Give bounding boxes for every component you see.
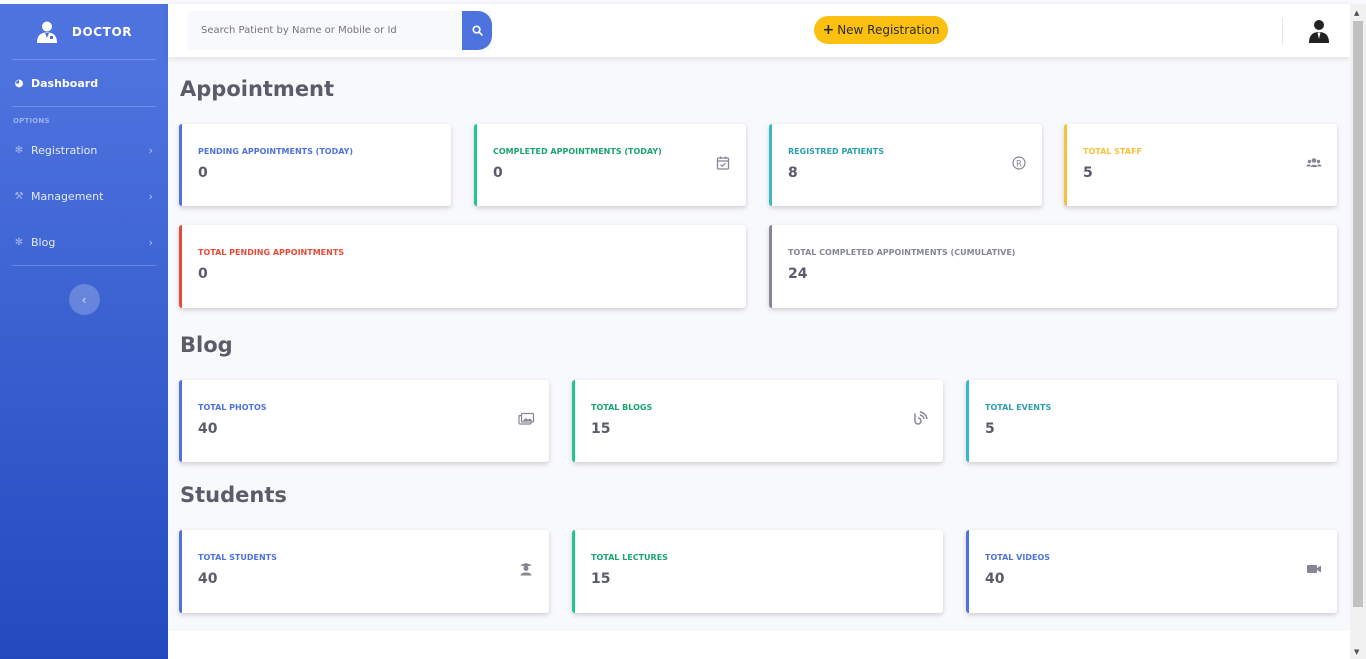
chevron-right-icon: › [148, 235, 153, 249]
section-title-students: Students [180, 483, 287, 507]
user-avatar-icon[interactable] [1308, 19, 1330, 43]
sidebar-toggle-button[interactable]: ‹ [68, 284, 100, 315]
card-total-pending: TOTAL PENDING APPOINTMENTS 0 [179, 225, 746, 308]
calendar-check-icon [716, 156, 730, 170]
card-value: 0 [493, 165, 503, 181]
video-icon [1307, 565, 1321, 573]
card-value: 0 [198, 165, 208, 181]
images-icon [518, 412, 535, 425]
chevron-left-icon: ‹ [81, 292, 87, 307]
sidebar-heading: OPTIONS [13, 117, 50, 125]
card-label: TOTAL COMPLETED APPOINTMENTS (CUMULATIVE… [788, 248, 1016, 257]
sidebar-item-label: Dashboard [31, 76, 99, 90]
cog-icon: ✻ [14, 236, 24, 248]
graduate-icon [520, 563, 532, 576]
card-completed-today: COMPLETED APPOINTMENTS (TODAY) 0 [474, 124, 746, 206]
card-total-photos: TOTAL PHOTOS 40 [179, 380, 549, 462]
card-label: TOTAL LECTURES [591, 553, 668, 562]
section-title-blog: Blog [180, 333, 233, 357]
topbar-divider [1282, 18, 1283, 45]
sidebar: DOCTOR ◕ Dashboard OPTIONS ✻ Registratio… [0, 4, 168, 659]
sidebar-item-dashboard[interactable]: ◕ Dashboard [0, 60, 168, 106]
sidebar-item-label: Management [31, 189, 104, 203]
doctor-icon [36, 21, 57, 43]
registered-icon: R [1012, 156, 1026, 170]
card-label: TOTAL PENDING APPOINTMENTS [198, 248, 345, 257]
card-value: 0 [198, 266, 208, 282]
svg-text:R: R [1016, 159, 1022, 169]
card-label: TOTAL VIDEOS [985, 553, 1051, 562]
card-value: 15 [591, 421, 611, 437]
dashboard-icon: ◕ [14, 77, 24, 89]
card-value: 8 [788, 165, 798, 181]
plus-icon: + [822, 22, 835, 38]
app: DOCTOR ◕ Dashboard OPTIONS ✻ Registratio… [0, 0, 1366, 659]
card-label: PENDING APPOINTMENTS (TODAY) [198, 147, 354, 156]
card-total-events: TOTAL EVENTS 5 [966, 380, 1337, 462]
new-registration-button[interactable]: + New Registration [814, 16, 948, 44]
card-total-students: TOTAL STUDENTS 40 [179, 530, 549, 613]
search-box [187, 11, 491, 50]
card-label: COMPLETED APPOINTMENTS (TODAY) [493, 147, 662, 156]
page-scrollbar[interactable]: ▲ ▼ [1350, 4, 1366, 659]
search-button[interactable] [462, 11, 492, 50]
scrollbar-thumb[interactable] [1353, 21, 1363, 607]
card-value: 15 [591, 571, 611, 587]
card-value: 24 [788, 266, 808, 282]
card-pending-today: PENDING APPOINTMENTS (TODAY) 0 [179, 124, 451, 206]
blog-icon [914, 411, 928, 425]
card-total-videos: TOTAL VIDEOS 40 [966, 530, 1337, 613]
sidebar-item-registration[interactable]: ✻ Registration › [0, 127, 168, 173]
card-value: 40 [198, 421, 218, 437]
search-icon [471, 25, 483, 36]
card-label: TOTAL EVENTS [985, 403, 1052, 412]
card-label: REGISTRED PATIENTS [788, 147, 884, 156]
footer [168, 631, 1350, 659]
card-total-blogs: TOTAL BLOGS 15 [572, 380, 943, 462]
chevron-right-icon: › [148, 143, 153, 157]
search-input[interactable] [187, 24, 447, 37]
card-total-lectures: TOTAL LECTURES 15 [572, 530, 943, 613]
card-value: 5 [985, 421, 995, 437]
users-icon [1306, 158, 1322, 167]
card-value: 40 [985, 571, 1005, 587]
scroll-up-icon[interactable]: ▲ [1354, 9, 1359, 17]
card-total-completed: TOTAL COMPLETED APPOINTMENTS (CUMULATIVE… [769, 225, 1337, 308]
card-label: TOTAL STUDENTS [198, 553, 277, 562]
sidebar-item-management[interactable]: ⚒ Management › [0, 173, 168, 219]
card-label: TOTAL PHOTOS [198, 403, 267, 412]
new-registration-label: New Registration [837, 23, 940, 37]
main-content: Appointment PENDING APPOINTMENTS (TODAY)… [168, 57, 1350, 659]
chevron-right-icon: › [148, 189, 153, 203]
wrench-icon: ⚒ [14, 190, 24, 202]
card-label: TOTAL BLOGS [591, 403, 653, 412]
scroll-down-icon[interactable]: ▼ [1354, 648, 1359, 656]
section-title-appointment: Appointment [180, 77, 335, 101]
topbar: + New Registration [168, 4, 1350, 57]
card-total-staff: TOTAL STAFF 5 [1064, 124, 1337, 206]
card-registered-patients: REGISTRED PATIENTS 8 R [769, 124, 1042, 206]
card-value: 40 [198, 571, 218, 587]
sidebar-item-label: Blog [31, 235, 56, 249]
sidebar-divider [12, 265, 156, 266]
sidebar-brand[interactable]: DOCTOR [0, 4, 168, 59]
card-value: 5 [1083, 165, 1093, 181]
sidebar-item-blog[interactable]: ✻ Blog › [0, 219, 168, 265]
cog-icon: ✻ [14, 144, 24, 156]
brand-name: DOCTOR [71, 24, 133, 39]
sidebar-item-label: Registration [31, 143, 98, 157]
card-label: TOTAL STAFF [1083, 147, 1142, 156]
